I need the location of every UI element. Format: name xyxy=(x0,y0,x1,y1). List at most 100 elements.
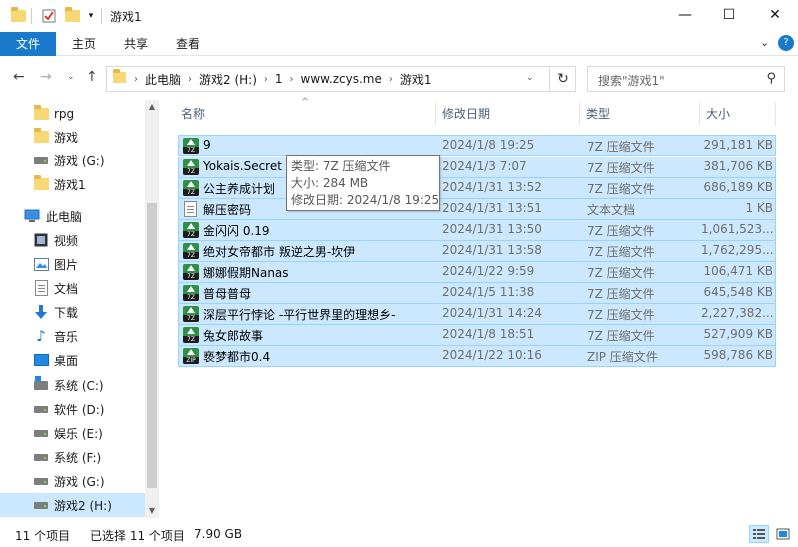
sidebar-item-youxi[interactable]: 游戏 xyxy=(0,125,145,149)
table-row[interactable]: 7Z 普母普母 2024/1/5 11:38 7Z 压缩文件 645,548 KB xyxy=(178,283,776,304)
file-size: 645,548 KB xyxy=(703,285,773,299)
7z-archive-icon: 7Z xyxy=(183,222,199,238)
column-header-size[interactable]: 大小 xyxy=(706,100,730,128)
scroll-down-icon[interactable]: ▼ xyxy=(145,504,159,518)
sidebar-item-drive-c[interactable]: 系统 (C:) xyxy=(0,373,145,397)
column-divider[interactable] xyxy=(775,102,776,126)
recent-locations-icon[interactable]: ⌄ xyxy=(67,72,75,82)
table-row[interactable]: 7Z 深层平行悖论 -平行世界里的理想乡- 2024/1/31 14:24 7Z 压缩… xyxy=(178,304,776,325)
breadcrumb-this-pc[interactable]: 此电脑 xyxy=(145,71,181,88)
sidebar-item-pictures[interactable]: 图片 xyxy=(0,252,145,276)
customize-toolbar-icon[interactable]: ▾ xyxy=(85,7,97,25)
status-bar: 11 个项目 已选择 11 个项目 7.90 GB xyxy=(0,518,798,547)
tab-file[interactable]: 文件 xyxy=(0,32,56,56)
chevron-right-icon[interactable]: › xyxy=(134,74,138,85)
sidebar-item-documents[interactable]: 文档 xyxy=(0,276,145,300)
expand-ribbon-icon[interactable]: ⌄ xyxy=(760,36,769,49)
sidebar-item-downloads[interactable]: 下载 xyxy=(0,300,145,324)
new-folder-icon[interactable] xyxy=(64,7,80,25)
sidebar-item-music[interactable]: ♪ 音乐 xyxy=(0,324,145,348)
scroll-up-icon[interactable]: ▲ xyxy=(145,100,159,114)
address-bar[interactable]: › 此电脑 › 游戏2 (H:) › 1 › www.zcys.me › 游戏1 xyxy=(106,66,576,92)
details-view-button[interactable] xyxy=(749,525,769,543)
sidebar-item-drive-h[interactable]: 游戏2 (H:) xyxy=(0,493,145,517)
table-row[interactable]: 7Z 绝对女帝都市 叛逆之男-坎伊 2024/1/31 13:58 7Z 压缩文件 1,… xyxy=(178,241,776,262)
divider xyxy=(31,8,32,24)
close-button[interactable]: ✕ xyxy=(752,0,798,30)
tab-share[interactable]: 共享 xyxy=(114,32,158,56)
sidebar-item-drive-g-pinned[interactable]: 游戏 (G:) xyxy=(0,148,145,172)
forward-arrow-icon[interactable]: → xyxy=(40,69,52,85)
7z-archive-icon: 7Z xyxy=(183,180,199,196)
sort-ascending-icon: ^ xyxy=(301,97,310,108)
column-divider[interactable] xyxy=(579,102,580,126)
large-icons-view-button[interactable] xyxy=(773,525,793,543)
drive-icon xyxy=(33,449,49,465)
breadcrumb-drive-h[interactable]: 游戏2 (H:) xyxy=(199,71,257,88)
help-icon[interactable]: ? xyxy=(778,35,794,51)
up-arrow-icon[interactable]: ↑ xyxy=(86,69,98,85)
sidebar-item-rpg[interactable]: rpg xyxy=(0,102,145,126)
file-info-tooltip: 类型: 7Z 压缩文件 大小: 284 MB 修改日期: 2024/1/8 19… xyxy=(286,155,440,211)
zip-archive-icon: ZIP xyxy=(183,348,199,364)
sidebar-item-drive-g[interactable]: 游戏 (G:) xyxy=(0,469,145,493)
column-header-name[interactable]: 名称 xyxy=(181,100,205,128)
sidebar-item-drive-d[interactable]: 软件 (D:) xyxy=(0,397,145,421)
file-date: 2024/1/31 13:58 xyxy=(442,243,542,257)
chevron-right-icon[interactable]: › xyxy=(188,74,192,85)
sidebar-item-drive-e[interactable]: 娱乐 (E:) xyxy=(0,421,145,445)
table-row[interactable]: 7Z 公主养成计划 2024/1/31 13:52 7Z 压缩文件 686,189 KB xyxy=(178,178,776,199)
column-divider[interactable] xyxy=(699,102,700,126)
file-date: 2024/1/8 19:25 xyxy=(442,138,535,152)
search-icon[interactable]: ⚲ xyxy=(766,71,776,86)
chevron-right-icon[interactable]: › xyxy=(290,74,294,85)
sidebar-item-this-pc[interactable]: 此电脑 xyxy=(0,204,145,228)
system-drive-icon xyxy=(33,375,49,393)
breadcrumb-folder-1[interactable]: 1 xyxy=(275,72,283,86)
text-file-icon xyxy=(183,201,199,217)
table-row[interactable]: 7Z 9 2024/1/8 19:25 7Z 压缩文件 291,181 KB xyxy=(178,135,776,156)
column-divider[interactable] xyxy=(435,102,436,126)
drive-icon xyxy=(33,497,49,513)
table-row[interactable]: 解压密码 2024/1/31 13:51 文本文档 1 KB xyxy=(178,199,776,220)
tab-home[interactable]: 主页 xyxy=(62,32,106,56)
sidebar-item-label: 游戏2 (H:) xyxy=(54,498,112,513)
sidebar-item-desktop[interactable]: 桌面 xyxy=(0,348,145,372)
table-row[interactable]: 7Z 金闪闪 0.19 2024/1/31 13:50 7Z 压缩文件 1,061,52… xyxy=(178,220,776,241)
chevron-right-icon[interactable]: › xyxy=(389,74,393,85)
sidebar-scrollbar[interactable]: ▲ ▼ xyxy=(145,100,159,518)
file-date: 2024/1/8 18:51 xyxy=(442,327,535,341)
file-type: 7Z 压缩文件 xyxy=(587,182,655,196)
column-header-type[interactable]: 类型 xyxy=(586,100,610,128)
sidebar-item-label: 娱乐 (E:) xyxy=(54,426,103,441)
sidebar-item-videos[interactable]: 视频 xyxy=(0,228,145,252)
breadcrumb-zcys[interactable]: www.zcys.me xyxy=(301,72,382,86)
minimize-button[interactable]: — xyxy=(662,0,708,30)
maximize-button[interactable]: ☐ xyxy=(706,0,752,30)
breadcrumb-current[interactable]: 游戏1 xyxy=(400,71,432,88)
table-row[interactable]: 7Z 娜娜假期Nanas 2024/1/22 9:59 7Z 压缩文件 106,471 … xyxy=(178,262,776,283)
sidebar-item-label: 桌面 xyxy=(54,353,79,368)
table-row[interactable]: ZIP 亵梦都市0.4 2024/1/22 10:16 ZIP 压缩文件 598,786… xyxy=(178,346,776,367)
column-header-date[interactable]: 修改日期 xyxy=(442,100,490,128)
desktop-icon xyxy=(33,352,49,368)
tab-view[interactable]: 查看 xyxy=(166,32,210,56)
window-title: 游戏1 xyxy=(110,10,142,24)
refresh-button[interactable]: ↻ xyxy=(549,66,576,92)
search-input[interactable]: 搜索"游戏1" xyxy=(598,72,665,89)
sidebar-item-youxi1[interactable]: 游戏1 xyxy=(0,172,145,196)
back-arrow-icon[interactable]: ← xyxy=(13,69,25,85)
chevron-right-icon[interactable]: › xyxy=(264,74,268,85)
scrollbar-thumb[interactable] xyxy=(147,203,157,488)
table-row[interactable]: 7Z Yokais.Secret 2024/1/3 7:07 7Z 压缩文件 381,7… xyxy=(178,157,776,178)
file-size: 381,706 KB xyxy=(703,159,773,173)
properties-icon[interactable] xyxy=(41,7,57,25)
file-date: 2024/1/31 13:51 xyxy=(442,201,542,215)
7z-archive-icon: 7Z xyxy=(183,138,199,154)
download-icon xyxy=(33,304,49,320)
search-box[interactable]: 搜索"游戏1" ⚲ xyxy=(587,66,785,92)
sidebar-item-drive-f[interactable]: 系统 (F:) xyxy=(0,445,145,469)
ribbon-bar: 文件 主页 共享 查看 ⌄ ? xyxy=(0,32,798,56)
address-dropdown-icon[interactable]: ⌄ xyxy=(526,73,534,83)
table-row[interactable]: 7Z 兔女郎故事 2024/1/8 18:51 7Z 压缩文件 527,909 KB xyxy=(178,325,776,346)
